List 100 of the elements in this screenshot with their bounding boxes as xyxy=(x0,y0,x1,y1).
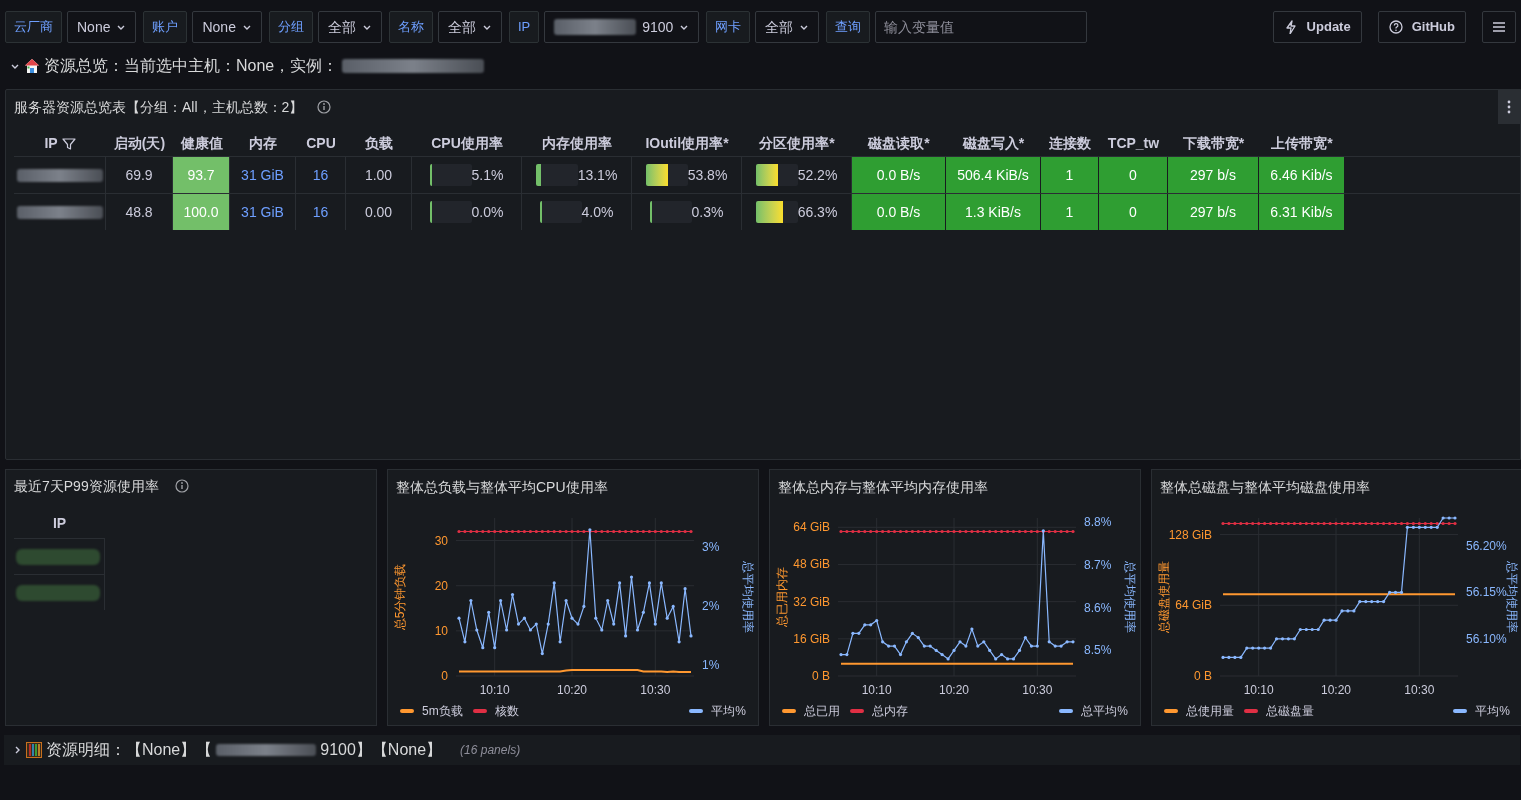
axis-tick-label: 1% xyxy=(702,658,720,673)
column-header[interactable]: 磁盘读取* xyxy=(868,133,930,154)
axis-tick-label: 20 xyxy=(434,578,448,593)
axis-tick-label: 0 xyxy=(441,669,448,683)
legend-label[interactable]: 总内存 xyxy=(872,702,908,720)
axis-tick-label: 0 B xyxy=(812,669,830,683)
filter-label: 账户 xyxy=(143,11,188,43)
axis-tick-label: 10:30 xyxy=(640,683,671,697)
column-header[interactable]: 负载 xyxy=(365,133,393,154)
filter-dropdown[interactable]: 9100 xyxy=(544,11,700,43)
table-cell[interactable]: 31 GiB xyxy=(230,194,296,230)
filter-label: 分组 xyxy=(268,11,313,43)
table-cell: 52.2% xyxy=(742,157,852,193)
column-header[interactable]: 内存 xyxy=(249,133,277,154)
axis-tick-label: 10 xyxy=(434,623,448,638)
column-header[interactable]: CPU使用率 xyxy=(431,133,503,154)
column-header[interactable]: 上传带宽* xyxy=(1271,133,1333,154)
filter-dropdown[interactable]: None xyxy=(192,11,262,43)
legend-label[interactable]: 核数 xyxy=(494,702,519,720)
axis-tick-label: 8.5% xyxy=(1084,643,1112,658)
table-cell: 0 xyxy=(1099,194,1168,230)
filter-label: 名称 xyxy=(388,11,433,43)
query-input[interactable]: 输入变量值 xyxy=(875,11,1088,43)
column-header[interactable]: TCP_tw xyxy=(1107,133,1160,154)
axis-tick-label: 8.7% xyxy=(1084,557,1112,572)
section-title[interactable]: 资源明细：【None】【 xyxy=(46,738,213,762)
table-cell: 0.0% xyxy=(412,194,522,230)
table-cell: 6.46 Kib/s xyxy=(1259,157,1345,193)
legend-label[interactable]: 总已用 xyxy=(804,702,840,720)
legend-label[interactable]: 平均% xyxy=(711,702,746,720)
axis-tick-label: 0 B xyxy=(1194,669,1212,683)
axis-tick-label: 16 GiB xyxy=(793,631,830,646)
table-cell: 0.0 B/s xyxy=(852,194,946,230)
kebab-icon xyxy=(1507,100,1511,114)
toolbar-button[interactable]: GitHub xyxy=(1377,11,1466,43)
help-icon xyxy=(1388,20,1403,34)
column-header[interactable]: IP xyxy=(44,133,58,154)
legend-label[interactable]: 总使用量 xyxy=(1186,702,1234,720)
table-cell: 0.00 xyxy=(346,194,412,230)
table-cell: 297 b/s xyxy=(1168,157,1259,193)
column-header[interactable]: IOutil使用率* xyxy=(645,133,729,154)
section-title[interactable]: 9100】【None】 xyxy=(320,738,443,762)
axis-title: 总平均使用率 xyxy=(1505,561,1519,633)
column-header[interactable]: 连接数 xyxy=(1049,133,1091,154)
axis-tick-label: 10:10 xyxy=(479,683,510,697)
axis-tick-label: 10:10 xyxy=(1243,683,1274,697)
table-cell[interactable]: 16 xyxy=(296,194,346,230)
axis-tick-label: 56.15% xyxy=(1466,585,1507,600)
axis-tick-label: 30 xyxy=(434,533,448,548)
section-title[interactable]: 资源总览：当前选中主机：None，实例： xyxy=(44,54,339,78)
table-cell: 0 xyxy=(1099,157,1168,193)
axis-tick-label: 10:30 xyxy=(1022,683,1053,697)
axis-tick-label: 128 GiB xyxy=(1168,527,1212,542)
legend-label[interactable]: 平均% xyxy=(1475,702,1510,720)
axis-tick-label: 64 GiB xyxy=(1175,598,1212,613)
column-header[interactable]: IP xyxy=(14,508,105,538)
legend-label[interactable]: 总磁盘量 xyxy=(1266,702,1314,720)
filter-dropdown[interactable]: None xyxy=(67,11,137,43)
house-icon xyxy=(24,58,40,74)
column-header[interactable]: 下载带宽* xyxy=(1182,133,1245,154)
table-cell: 13.1% xyxy=(522,157,632,193)
legend-label[interactable]: 总平均% xyxy=(1081,702,1128,720)
axis-tick-label: 8.6% xyxy=(1084,600,1112,615)
axis-tick-label: 10:30 xyxy=(1404,683,1435,697)
filter-dropdown[interactable]: 全部 xyxy=(317,11,382,43)
filter-dropdown[interactable]: 全部 xyxy=(437,11,502,43)
table-cell: 66.3% xyxy=(742,194,852,230)
column-header[interactable]: 分区使用率* xyxy=(759,133,835,154)
table-cell: 1 xyxy=(1041,157,1099,193)
filter-icon xyxy=(61,136,76,151)
table-cell[interactable]: 16 xyxy=(296,157,346,193)
filter-label: 查询 xyxy=(826,11,871,43)
table-cell: 100.0 xyxy=(173,194,230,230)
table-cell: 4.0% xyxy=(522,194,632,230)
abacus-icon xyxy=(26,742,42,758)
filter-dropdown[interactable]: 全部 xyxy=(755,11,820,43)
axis-tick-label: 8.8% xyxy=(1084,515,1112,530)
filter-label: IP xyxy=(508,11,540,43)
table-cell: 297 b/s xyxy=(1168,194,1259,230)
menu-button[interactable] xyxy=(1482,11,1516,43)
column-header[interactable]: 健康值 xyxy=(180,133,223,154)
axis-tick-label: 2% xyxy=(702,599,720,614)
axis-title: 总已用内存 xyxy=(775,567,789,627)
table-cell: 5.1% xyxy=(412,157,522,193)
column-header[interactable]: 磁盘写入* xyxy=(962,133,1025,154)
axis-tick-label: 48 GiB xyxy=(793,557,830,572)
column-header[interactable]: CPU xyxy=(306,133,336,154)
column-header[interactable]: 启动(天) xyxy=(113,133,166,154)
table-cell: 0.0 B/s xyxy=(852,157,946,193)
filter-label: 云厂商 xyxy=(5,11,62,43)
column-header[interactable]: 内存使用率 xyxy=(542,133,612,154)
panel-menu-button[interactable] xyxy=(1498,90,1520,124)
table-cell: 6.31 Kib/s xyxy=(1259,194,1345,230)
table-cell[interactable]: 31 GiB xyxy=(230,157,296,193)
axis-tick-label: 10:20 xyxy=(939,683,970,697)
axis-title: 总平均使用率 xyxy=(1123,561,1137,633)
legend-label[interactable]: 5m负载 xyxy=(422,702,463,720)
toolbar-button[interactable]: Update xyxy=(1272,11,1362,43)
panel-title: 整体总磁盘与整体平均磁盘使用率 xyxy=(1159,477,1370,497)
axis-title: 总平均使用率 xyxy=(741,561,755,633)
